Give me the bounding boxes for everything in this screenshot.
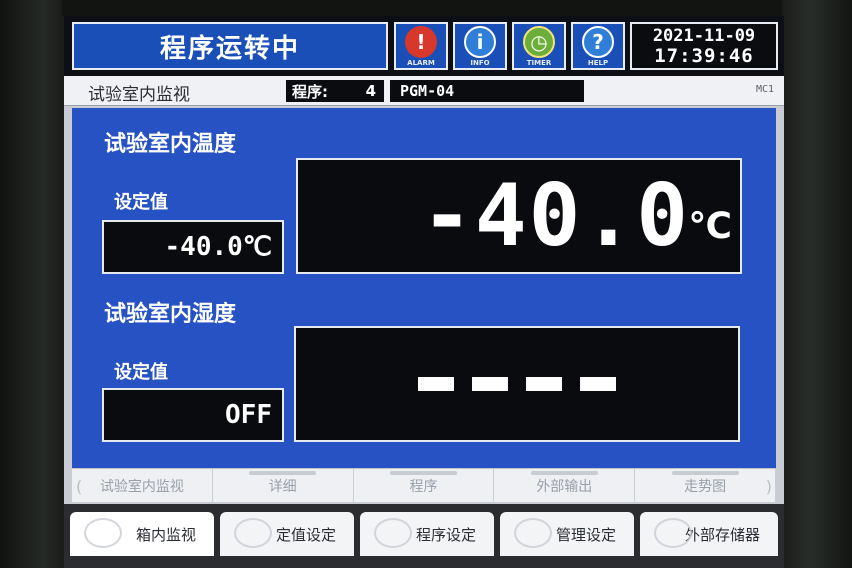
dash-2 [472, 377, 508, 391]
bezel-right [782, 0, 852, 568]
timer-button[interactable]: ◷ TIMER [512, 22, 566, 70]
bezel-left [0, 0, 62, 568]
humidity-setpoint-field[interactable]: OFF [102, 388, 284, 442]
humidity-current-display [294, 326, 740, 442]
sub-tab-bar: ( 试验室内监视 详细 程序 外部输出 走势图 ) [72, 468, 776, 502]
help-label: HELP [587, 59, 609, 67]
subtab-program[interactable]: 程序 [354, 469, 495, 502]
program-number: 4 [365, 82, 376, 100]
admin-icon [514, 518, 552, 548]
storage-icon [654, 518, 692, 548]
alarm-button[interactable]: ! ALARM [394, 22, 448, 70]
subtab-room-monitor[interactable]: 试验室内监视 [72, 469, 213, 502]
humidity-setpoint-label: 设定值 [114, 362, 168, 383]
header: 程序运转中 ! ALARM i INFO ◷ TIMER ? HELP 2021… [64, 16, 784, 76]
subtab-indicator [249, 471, 317, 475]
tab-admin-settings[interactable]: 管理设定 [500, 512, 634, 556]
scroll-right-icon[interactable]: ) [766, 477, 772, 496]
screen-code: MC1 [755, 84, 774, 95]
touch-screen: 程序运转中 ! ALARM i INFO ◷ TIMER ? HELP 2021… [64, 16, 784, 568]
main-tab-bar: 箱内监视 定值设定 程序设定 管理设定 外部存储器 [64, 504, 784, 568]
datetime-display: 2021-11-09 17:39:46 [630, 22, 778, 70]
info-bar: 试验室内监视 程序: 4 PGM-04 MC1 [64, 76, 784, 106]
temperature-setpoint-field[interactable]: -40.0℃ [102, 220, 284, 274]
tab-program-settings[interactable]: 程序设定 [360, 512, 494, 556]
subtab-indicator [671, 471, 739, 475]
temperature-section-title: 试验室内温度 [104, 132, 237, 157]
subtab-label: 外部输出 [536, 478, 593, 495]
subtab-label: 详细 [268, 478, 297, 495]
subtab-indicator [389, 471, 458, 475]
subtab-label: 试验室内监视 [99, 478, 184, 495]
help-icon: ? [582, 26, 614, 58]
tab-external-storage[interactable]: 外部存储器 [640, 512, 778, 556]
tab-setpoint-settings[interactable]: 定值设定 [220, 512, 354, 556]
dash-1 [418, 377, 454, 391]
program-icon [374, 518, 412, 548]
program-name-box: PGM-04 [390, 80, 584, 102]
subtab-label: 走势图 [684, 478, 727, 495]
bezel-top [0, 0, 852, 16]
time-text: 17:39:46 [654, 45, 754, 67]
room-monitor-title: 试验室内监视 [88, 85, 190, 105]
monitor-icon [84, 518, 122, 548]
tab-label: 程序设定 [415, 525, 476, 544]
temperature-setpoint-label: 设定值 [114, 192, 168, 213]
info-label: INFO [470, 59, 490, 67]
monitor-panel: 试验室内温度 设定值 -40.0℃ -40.0 ℃ 试验室内湿度 设定值 OFF [72, 108, 776, 468]
setpoint-icon [234, 518, 272, 548]
info-button[interactable]: i INFO [453, 22, 507, 70]
subtab-indicator [530, 471, 598, 475]
temperature-unit: ℃ [688, 206, 732, 247]
alarm-label: ALARM [407, 59, 435, 67]
humidity-section-title: 试验室内湿度 [104, 302, 237, 327]
subtab-label: 程序 [409, 478, 438, 495]
alarm-icon: ! [405, 26, 437, 58]
tab-chamber-monitor[interactable]: 箱内监视 [70, 512, 214, 556]
tab-label: 管理设定 [555, 525, 616, 544]
program-number-box: 程序: 4 [286, 80, 384, 102]
timer-label: TIMER [526, 59, 552, 67]
help-button[interactable]: ? HELP [571, 22, 625, 70]
timer-icon: ◷ [523, 26, 555, 58]
temperature-current-display: -40.0 ℃ [296, 158, 742, 274]
program-label: 程序: [292, 82, 328, 101]
dash-4 [580, 377, 616, 391]
subtab-external-output[interactable]: 外部输出 [494, 469, 636, 502]
subtab-trend-chart[interactable]: 走势图 [635, 469, 776, 502]
run-status-title: 程序运转中 [72, 22, 388, 70]
tab-label: 定值设定 [275, 525, 336, 544]
temperature-current-value: -40.0 [421, 166, 690, 266]
info-icon: i [464, 26, 496, 58]
tab-label: 外部存储器 [684, 525, 760, 544]
tab-label: 箱内监视 [135, 525, 196, 544]
humidity-no-value-dashes [296, 328, 738, 440]
dash-3 [526, 377, 562, 391]
date-text: 2021-11-09 [652, 26, 756, 46]
subtab-detail[interactable]: 详细 [213, 469, 354, 502]
